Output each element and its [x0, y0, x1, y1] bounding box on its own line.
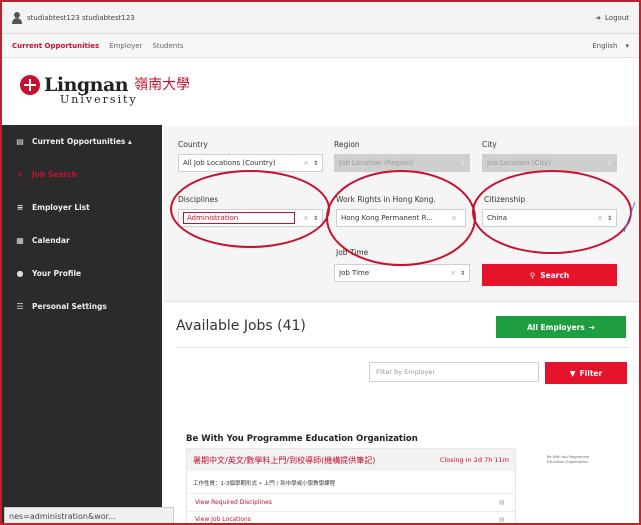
job-time-select[interactable]: Job Time × ⇕ — [334, 264, 470, 282]
settings-icon: ☰ — [16, 302, 24, 311]
job-header: 暑期中文/英文/數學科上門/到校導師(機構提供筆記) Closing in 2d… — [187, 449, 515, 471]
sidebar-item-label: Employer List — [32, 203, 90, 212]
document-icon: ▤ — [16, 137, 24, 146]
filter-placeholder: Filter by Employer — [376, 368, 436, 376]
clear-icon[interactable]: × — [450, 269, 456, 277]
logout-label: Logout — [605, 13, 629, 22]
job-closing-time: Closing in 2d 7h 11m — [439, 456, 509, 464]
available-jobs-title: Available Jobs (41) — [176, 318, 306, 334]
arrow-right-icon: ➔ — [588, 322, 596, 332]
document-icon: ▤ — [499, 516, 505, 523]
sidebar-item-label: Calendar — [32, 236, 70, 245]
region-value: Job Location (Region) — [339, 159, 414, 167]
username: studiabtest123 studiabtest123 — [27, 13, 135, 22]
all-employers-button[interactable]: All Employers ➔ — [496, 316, 626, 338]
user-info[interactable]: studiabtest123 studiabtest123 — [12, 11, 135, 24]
highlight-oval-disciplines — [170, 170, 330, 248]
document-icon: ▤ — [499, 499, 505, 506]
city-value: Job Location (City) — [487, 159, 552, 167]
nav-students[interactable]: Students — [152, 42, 183, 50]
calendar-icon: ▦ — [16, 236, 24, 245]
sidebar-item-job-search[interactable]: ⌕ Job Search — [2, 158, 162, 191]
top-bar: studiabtest123 studiabtest123 ➜ Logout — [2, 2, 639, 34]
search-button-label: Search — [540, 270, 570, 280]
country-value: All Job Locations (Country) — [183, 159, 276, 167]
job-title[interactable]: 暑期中文/英文/數學科上門/到校導師(機構提供筆記) — [193, 455, 375, 466]
user-icon — [12, 11, 22, 24]
region-label: Region — [334, 140, 360, 149]
filter-button[interactable]: ▼ Filter — [545, 362, 627, 384]
status-url: nes=administration&wor... — [9, 511, 116, 521]
filter-by-employer-input[interactable]: Filter by Employer — [369, 362, 539, 382]
url-status-bar: nes=administration&wor... — [4, 507, 174, 523]
country-label: Country — [178, 140, 208, 149]
job-time-value: Job Time — [339, 269, 370, 277]
sidebar: ▤ Current Opportunities ▴ ⌕ Job Search ≡… — [2, 125, 162, 523]
sidebar-item-calendar[interactable]: ▦ Calendar — [2, 224, 162, 257]
job-card: 暑期中文/英文/數學科上門/到校導師(機構提供筆記) Closing in 2d… — [186, 448, 516, 523]
language-label: English — [592, 41, 618, 50]
dropdown-arrow-icon: ⇕ — [312, 159, 318, 167]
sidebar-item-label: Current Opportunities ▴ — [32, 137, 132, 146]
sidebar-item-personal-settings[interactable]: ☰ Personal Settings — [2, 290, 162, 323]
chevron-down-icon: ▾ — [625, 41, 629, 50]
sidebar-item-label: Job Search — [32, 170, 77, 179]
list-icon: ≡ — [16, 203, 24, 212]
search-icon: ⚲ — [529, 270, 536, 280]
logo-subtitle: University — [60, 93, 138, 106]
highlight-oval-work-rights — [326, 170, 476, 266]
sidebar-item-label: Personal Settings — [32, 302, 107, 311]
logo-chinese: 嶺南大學 — [134, 77, 191, 93]
sidebar-item-your-profile[interactable]: ● Your Profile — [2, 257, 162, 290]
view-required-disciplines-link[interactable]: View Required Disciplines — [195, 499, 272, 506]
sidebar-item-label: Your Profile — [32, 269, 82, 278]
nav-employer[interactable]: Employer — [109, 42, 142, 50]
dropdown-arrow-icon: ⇕ — [459, 159, 465, 167]
logout-icon: ➜ — [595, 13, 602, 22]
search-icon: ⌕ — [17, 169, 23, 179]
filter-icon: ▼ — [569, 368, 576, 378]
row-divider — [187, 511, 515, 512]
users-icon: ● — [16, 269, 24, 278]
job-description: 工作性質：1-3個學期形式 • 上門 / 到中學或小學教學課程 — [193, 481, 336, 487]
employer-logo: Be With You Programme Education Organiza… — [547, 455, 590, 464]
main-nav: Current Opportunities Employer Students … — [2, 34, 639, 58]
row-divider — [187, 493, 515, 494]
organization-title[interactable]: Be With You Programme Education Organiza… — [186, 434, 418, 444]
nav-current-opportunities[interactable]: Current Opportunities — [12, 42, 99, 50]
city-label: City — [482, 140, 497, 149]
dropdown-arrow-icon: ⇕ — [459, 269, 465, 277]
dropdown-arrow-icon: ⇕ — [606, 159, 612, 167]
logout-link[interactable]: ➜ Logout — [595, 14, 629, 22]
highlight-oval-citizenship — [472, 170, 632, 254]
clear-icon[interactable]: × — [303, 159, 309, 167]
browser-frame: studiabtest123 studiabtest123 ➜ Logout C… — [0, 0, 641, 525]
language-select[interactable]: English ▾ — [592, 42, 629, 50]
sidebar-item-current-opportunities[interactable]: ▤ Current Opportunities ▴ — [2, 125, 162, 158]
all-employers-label: All Employers — [526, 322, 585, 332]
search-button[interactable]: ⚲ Search — [482, 264, 617, 286]
sidebar-item-employer-list[interactable]: ≡ Employer List — [2, 191, 162, 224]
view-job-locations-link[interactable]: View Job Locations — [195, 516, 251, 523]
filter-button-label: Filter — [579, 368, 603, 378]
lingnan-logo-icon — [20, 75, 40, 95]
divider — [176, 347, 628, 348]
